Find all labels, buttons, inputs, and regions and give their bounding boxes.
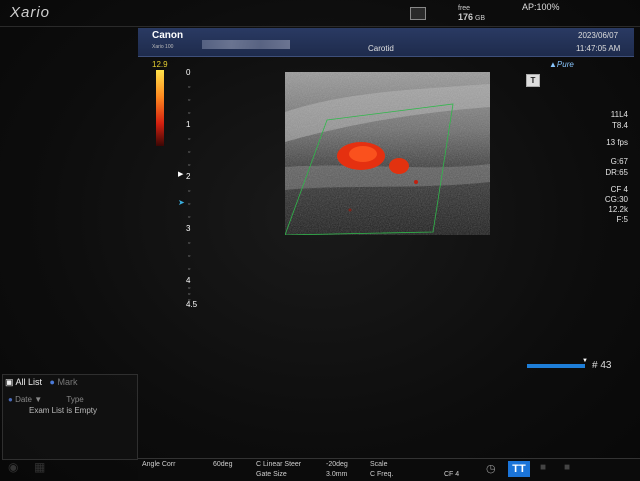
- patient-id-redacted: [202, 40, 290, 49]
- color-scale-max: 12.9: [152, 60, 168, 69]
- depth-minor-tick: ○: [188, 291, 191, 296]
- angle-correction-value: 60deg: [213, 461, 233, 468]
- color-frequency-value: CF 4: [444, 471, 460, 478]
- tt-button[interactable]: TT: [508, 461, 530, 477]
- color-scale-bar: [156, 70, 164, 146]
- wall-filter: F:5: [616, 215, 628, 224]
- depth-minor-tick: ○: [188, 201, 191, 206]
- depth-minor-tick: ○: [188, 240, 191, 245]
- storage-value: 176: [458, 12, 474, 22]
- gate-marker-icon: ➤: [178, 198, 185, 207]
- gain-bar: [527, 364, 585, 368]
- depth-minor-tick: ○: [188, 188, 191, 193]
- exam-date: 2023/06/07: [578, 31, 619, 40]
- storage-indicator: free 176 GB: [458, 5, 485, 23]
- transmit-frequency: T8.4: [611, 121, 628, 130]
- focus-marker-icon: ▶: [178, 171, 184, 178]
- color-gain: CG:30: [604, 195, 628, 204]
- depth-tick-label: 3: [186, 224, 191, 233]
- gate-size-label[interactable]: Gate Size: [256, 471, 287, 478]
- sort-chevron-icon: ▼: [34, 395, 43, 404]
- color-frequency: CF 4: [610, 185, 628, 194]
- b-mode-gain: G:67: [610, 157, 628, 166]
- depth-tick-label: 1: [186, 120, 191, 129]
- column-date-label[interactable]: Date: [15, 395, 32, 404]
- column-type-label[interactable]: Type: [66, 395, 83, 404]
- canon-logo: Canon: [152, 30, 184, 41]
- depth-minor-tick: ○: [188, 110, 191, 115]
- more-icon[interactable]: ■: [540, 462, 546, 473]
- text-annotation-icon[interactable]: T: [526, 74, 540, 87]
- column-date[interactable]: ●: [8, 395, 13, 404]
- depth-minor-tick: ○: [188, 149, 191, 154]
- exam-list-columns: ● Date ▼ Type: [8, 395, 84, 404]
- depth-tick-label: 0: [186, 68, 191, 77]
- depth-minor-tick: ○: [188, 136, 191, 141]
- dynamic-range: DR:65: [605, 168, 628, 177]
- depth-minor-tick: ○: [188, 162, 191, 167]
- exam-name: Carotid: [368, 44, 394, 53]
- ultrasound-image: [285, 72, 490, 235]
- timer-icon[interactable]: ◷: [486, 462, 496, 475]
- apure-label: Pure: [556, 60, 574, 69]
- depth-tick-label: 2: [186, 172, 191, 181]
- angle-correction-label[interactable]: Angle Corr: [142, 461, 175, 468]
- depth-minor-tick: ○: [188, 253, 191, 258]
- gain-bar-value: # 43: [592, 360, 612, 371]
- storage-icon: [410, 7, 426, 20]
- tab-all-list[interactable]: ▣ All List: [5, 377, 42, 387]
- scale-label[interactable]: Scale: [370, 461, 388, 468]
- probe-name: 11L4: [610, 110, 628, 119]
- depth-minor-tick: ○: [188, 84, 191, 89]
- storage-unit: GB: [474, 15, 486, 22]
- apure-mode-tag: ▲Pure: [549, 60, 574, 69]
- color-linear-steer-label[interactable]: C Linear Steer: [256, 461, 301, 468]
- depth-tick-label: 4: [186, 276, 191, 285]
- camera-icon[interactable]: ◉: [8, 460, 18, 474]
- depth-minor-tick: ○: [188, 285, 191, 290]
- depth-minor-tick: ○: [188, 97, 191, 102]
- depth-tick-label: 4.5: [186, 300, 198, 309]
- brand-logo: Xario: [10, 4, 51, 21]
- top-bar-divider: [0, 26, 640, 27]
- gate-size-value: 3.0mm: [326, 471, 348, 478]
- model-name: Xario 100: [152, 44, 174, 50]
- exam-list-tabs: ▣ All List ● Mark: [5, 377, 78, 388]
- color-frequency-label[interactable]: C Freq.: [370, 471, 393, 478]
- acoustic-power: AP:100%: [522, 2, 560, 12]
- depth-minor-tick: ○: [188, 266, 191, 271]
- depth-minor-tick: ○: [188, 214, 191, 219]
- color-linear-steer-value: -20deg: [326, 461, 348, 468]
- tab-mark-label: Mark: [57, 377, 78, 387]
- storage-label: free: [458, 5, 471, 12]
- pulse-repetition-frequency: 12.2k: [608, 205, 628, 214]
- exam-list-empty-message: Exam List is Empty: [29, 406, 98, 415]
- tab-mark[interactable]: ● Mark: [50, 377, 78, 387]
- exam-time: 11:47:05 AM: [576, 44, 621, 53]
- settings-icon[interactable]: ■: [564, 462, 570, 473]
- printer-icon[interactable]: ▦: [34, 460, 45, 474]
- gain-bar-marker-icon: ▼: [582, 358, 588, 364]
- tab-all-list-label: All List: [15, 377, 43, 387]
- frame-rate: 13 fps: [606, 138, 628, 147]
